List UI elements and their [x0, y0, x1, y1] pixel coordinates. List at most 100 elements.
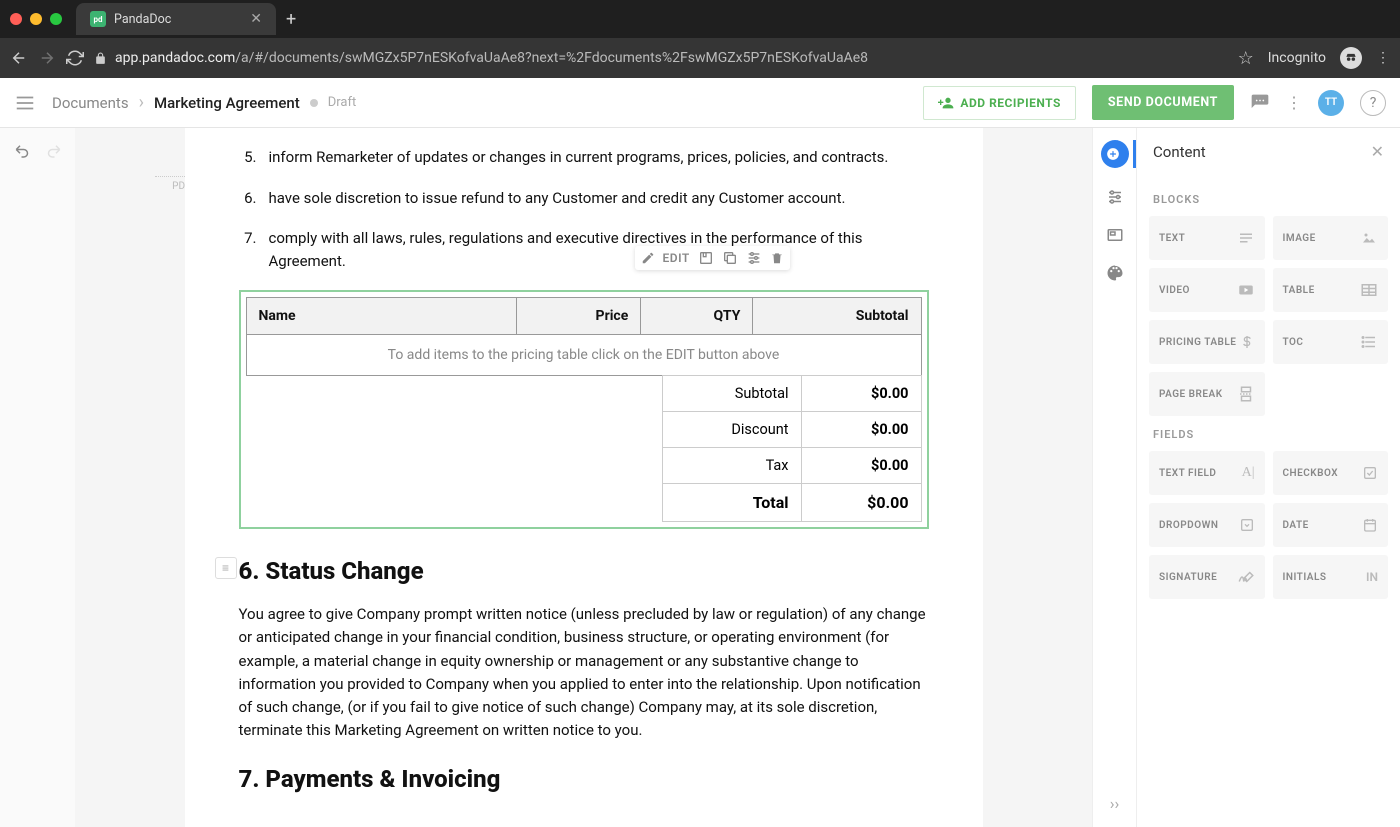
text-cursor-icon: A| — [1242, 465, 1255, 481]
browser-chrome: pd PandaDoc ✕ + app.pandadoc.com/a/#/doc… — [0, 0, 1400, 78]
col-subtotal: Subtotal — [753, 298, 921, 335]
block-pricing-table[interactable]: PRICING TABLE — [1149, 320, 1265, 364]
block-video[interactable]: VIDEO — [1149, 268, 1265, 312]
menu-button[interactable] — [14, 92, 36, 114]
collapse-panel-button[interactable]: ›› — [1110, 794, 1120, 813]
blocks-section-label: BLOCKS — [1153, 193, 1384, 206]
page-break-icon — [1237, 385, 1255, 403]
list-item[interactable]: 6. have sole discretion to issue refund … — [239, 187, 929, 210]
fields-section-label: FIELDS — [1153, 428, 1384, 441]
content-tab-button[interactable] — [1101, 140, 1129, 168]
design-tab-button[interactable] — [1106, 264, 1124, 282]
block-image[interactable]: IMAGE — [1273, 216, 1389, 260]
send-document-button[interactable]: SEND DOCUMENT — [1092, 85, 1234, 120]
field-initials[interactable]: INITIALS IN — [1273, 555, 1389, 599]
url-text: app.pandadoc.com/a/#/documents/swMGZx5P7… — [115, 50, 868, 66]
block-toc[interactable]: TOC — [1273, 320, 1389, 364]
window-controls — [10, 13, 76, 25]
dollar-icon — [1239, 334, 1255, 350]
bookmark-icon[interactable]: ☆ — [1238, 48, 1254, 69]
field-dropdown[interactable]: DROPDOWN — [1149, 503, 1265, 547]
close-tab-icon[interactable]: ✕ — [250, 11, 262, 27]
tab-bar: pd PandaDoc ✕ + — [0, 0, 1400, 38]
text-lines-icon — [1237, 229, 1255, 247]
field-signature[interactable]: SIGNATURE — [1149, 555, 1265, 599]
summary-row: Tax$0.00 — [662, 448, 921, 484]
url-field[interactable]: app.pandadoc.com/a/#/documents/swMGZx5P7… — [94, 50, 1228, 66]
calendar-icon — [1362, 517, 1378, 533]
section-body[interactable]: You agree to give Company prompt written… — [239, 603, 929, 743]
panel-title: Content — [1153, 143, 1206, 161]
redo-button[interactable] — [44, 142, 62, 160]
list-item[interactable]: 7. comply with all laws, rules, regulati… — [239, 227, 929, 272]
block-page-break[interactable]: PAGE BREAK — [1149, 372, 1265, 416]
summary-row: Discount$0.00 — [662, 412, 921, 448]
incognito-label: Incognito — [1268, 50, 1326, 66]
incognito-icon — [1340, 47, 1362, 69]
video-icon — [1237, 281, 1255, 299]
canvas[interactable]: PDF page break 5. inform Remarketer of u… — [75, 128, 1092, 827]
list-item[interactable]: 5. inform Remarketer of updates or chang… — [239, 146, 929, 169]
signature-icon — [1237, 568, 1255, 586]
content-panel: Content ✕ BLOCKS TEXT IMAGE VIDEO T — [1136, 128, 1400, 827]
back-button[interactable] — [10, 49, 28, 67]
minimize-window-button[interactable] — [30, 13, 42, 25]
field-text[interactable]: TEXT FIELD A| — [1149, 451, 1265, 495]
maximize-window-button[interactable] — [50, 13, 62, 25]
status-label: Draft — [328, 95, 357, 110]
tab-title: PandaDoc — [114, 12, 171, 27]
status-dot-icon — [310, 99, 318, 107]
placeholder-row: To add items to the pricing table click … — [246, 335, 921, 376]
address-bar: app.pandadoc.com/a/#/documents/swMGZx5P7… — [0, 38, 1400, 78]
reload-button[interactable] — [66, 49, 84, 67]
checkbox-icon — [1362, 465, 1378, 481]
summary-row: Subtotal$0.00 — [662, 376, 921, 412]
toc-icon — [1360, 333, 1378, 351]
edit-label[interactable]: EDIT — [663, 251, 690, 265]
document-page: 5. inform Remarketer of updates or chang… — [185, 128, 983, 827]
pencil-icon[interactable] — [641, 251, 655, 265]
browser-tab[interactable]: pd PandaDoc ✕ — [76, 3, 276, 35]
field-checkbox[interactable]: CHECKBOX — [1273, 451, 1389, 495]
app-header: Documents › Marketing Agreement Draft AD… — [0, 78, 1400, 128]
browser-menu-icon[interactable]: ⋮ — [1376, 50, 1390, 66]
dropdown-icon — [1239, 517, 1255, 533]
breadcrumb-root[interactable]: Documents — [52, 94, 129, 112]
variables-tab-button[interactable] — [1106, 188, 1124, 206]
section-title[interactable]: 7. Payments & Invoicing — [239, 765, 929, 793]
save-template-icon[interactable] — [698, 250, 714, 266]
more-menu-button[interactable]: ⋮ — [1286, 93, 1302, 112]
right-rail: ›› — [1092, 128, 1136, 827]
new-tab-button[interactable]: + — [286, 9, 296, 30]
forward-button[interactable] — [38, 49, 56, 67]
field-date[interactable]: DATE — [1273, 503, 1389, 547]
comments-button[interactable] — [1250, 93, 1270, 113]
close-window-button[interactable] — [10, 13, 22, 25]
tab-favicon: pd — [90, 11, 106, 27]
block-text[interactable]: TEXT — [1149, 216, 1265, 260]
avatar[interactable]: TT — [1318, 90, 1344, 116]
catalog-tab-button[interactable] — [1106, 226, 1124, 244]
pricing-summary: Subtotal$0.00 Discount$0.00 Tax$0.00 Tot… — [662, 375, 922, 522]
settings-icon[interactable] — [746, 250, 762, 266]
workspace: PDF page break 5. inform Remarketer of u… — [0, 128, 1400, 827]
duplicate-icon[interactable] — [722, 250, 738, 266]
pricing-table-block[interactable]: Name Price QTY Subtotal To add items to … — [239, 290, 929, 529]
close-panel-icon[interactable]: ✕ — [1371, 142, 1384, 161]
table-icon — [1360, 281, 1378, 299]
initials-icon: IN — [1366, 570, 1378, 584]
pricing-table: Name Price QTY Subtotal To add items to … — [246, 297, 922, 376]
add-person-icon — [938, 95, 954, 111]
lock-icon — [94, 52, 107, 65]
block-table[interactable]: TABLE — [1273, 268, 1389, 312]
col-name: Name — [246, 298, 516, 335]
section-6[interactable]: ≡ 6. Status Change — [239, 557, 929, 585]
col-qty: QTY — [641, 298, 753, 335]
col-price: Price — [516, 298, 641, 335]
document-title[interactable]: Marketing Agreement — [154, 94, 300, 112]
drag-handle-icon[interactable]: ≡ — [215, 557, 237, 579]
add-recipients-button[interactable]: ADD RECIPIENTS — [923, 86, 1075, 120]
undo-button[interactable] — [14, 142, 32, 160]
help-button[interactable]: ? — [1360, 90, 1386, 116]
trash-icon[interactable] — [770, 251, 784, 265]
